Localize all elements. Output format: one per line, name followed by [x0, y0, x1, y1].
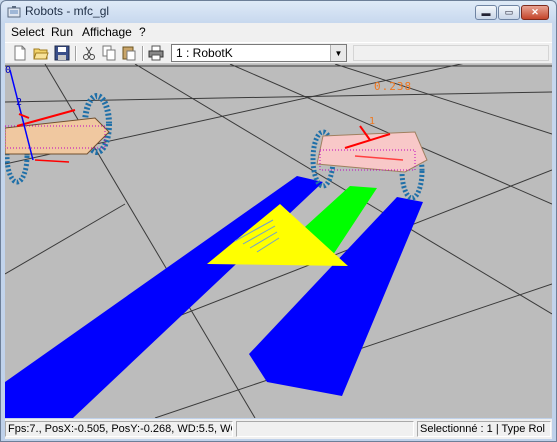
- minimize-icon: ▬: [481, 7, 491, 18]
- app-window: Robots - mfc_gl ▬ ▭ ✕ Select Run Afficha…: [0, 0, 557, 442]
- menu-select[interactable]: Select: [11, 25, 44, 39]
- toolbar-separator: [75, 46, 77, 61]
- maximize-icon: ▭: [504, 7, 514, 17]
- toolbar-empty-field: [353, 45, 549, 61]
- copy-icon[interactable]: [101, 45, 117, 61]
- minimize-button[interactable]: ▬: [475, 5, 497, 20]
- status-selection: Selectionné : 1 | Type Rol: [417, 421, 551, 437]
- toolbar-separator: [142, 46, 144, 61]
- scene-readout: 0.238: [374, 80, 413, 93]
- axis-label-2: 2: [16, 97, 22, 108]
- status-main: Fps:7., PosX:-0.505, PosY:-0.268, WD:5.5…: [5, 421, 233, 437]
- menu-help[interactable]: ?: [139, 25, 146, 39]
- gl-viewport[interactable]: 0 2 1 0.238: [5, 64, 552, 418]
- menu-affichage[interactable]: Affichage: [82, 25, 132, 39]
- save-icon[interactable]: [54, 45, 70, 61]
- close-icon: ✕: [531, 7, 539, 17]
- scene-canvas: 0 2 1: [5, 64, 552, 418]
- chevron-down-icon[interactable]: ▼: [330, 45, 346, 61]
- menu-bar: Select Run Affichage ?: [5, 23, 552, 42]
- app-icon: [7, 6, 21, 18]
- robot-body: [316, 131, 428, 173]
- new-file-icon[interactable]: [12, 45, 28, 61]
- open-folder-icon[interactable]: [33, 45, 49, 61]
- toolbar: 1 : RobotK ▼: [5, 42, 552, 64]
- menu-run[interactable]: Run: [51, 25, 73, 39]
- close-button[interactable]: ✕: [521, 5, 549, 20]
- robot-select-dropdown[interactable]: 1 : RobotK ▼: [171, 44, 347, 62]
- robot-label-1: 1: [369, 116, 375, 127]
- robot-select-value: 1 : RobotK: [176, 46, 233, 60]
- window-title: Robots - mfc_gl: [25, 4, 110, 18]
- print-icon[interactable]: [148, 45, 164, 61]
- maximize-button[interactable]: ▭: [498, 5, 520, 20]
- status-bar: Fps:7., PosX:-0.505, PosY:-0.268, WD:5.5…: [5, 419, 552, 439]
- status-empty: [236, 421, 414, 437]
- paste-icon[interactable]: [121, 45, 137, 61]
- axis-label-0: 0: [5, 65, 11, 76]
- title-bar[interactable]: Robots - mfc_gl ▬ ▭ ✕: [1, 1, 556, 23]
- cut-icon[interactable]: [81, 45, 97, 61]
